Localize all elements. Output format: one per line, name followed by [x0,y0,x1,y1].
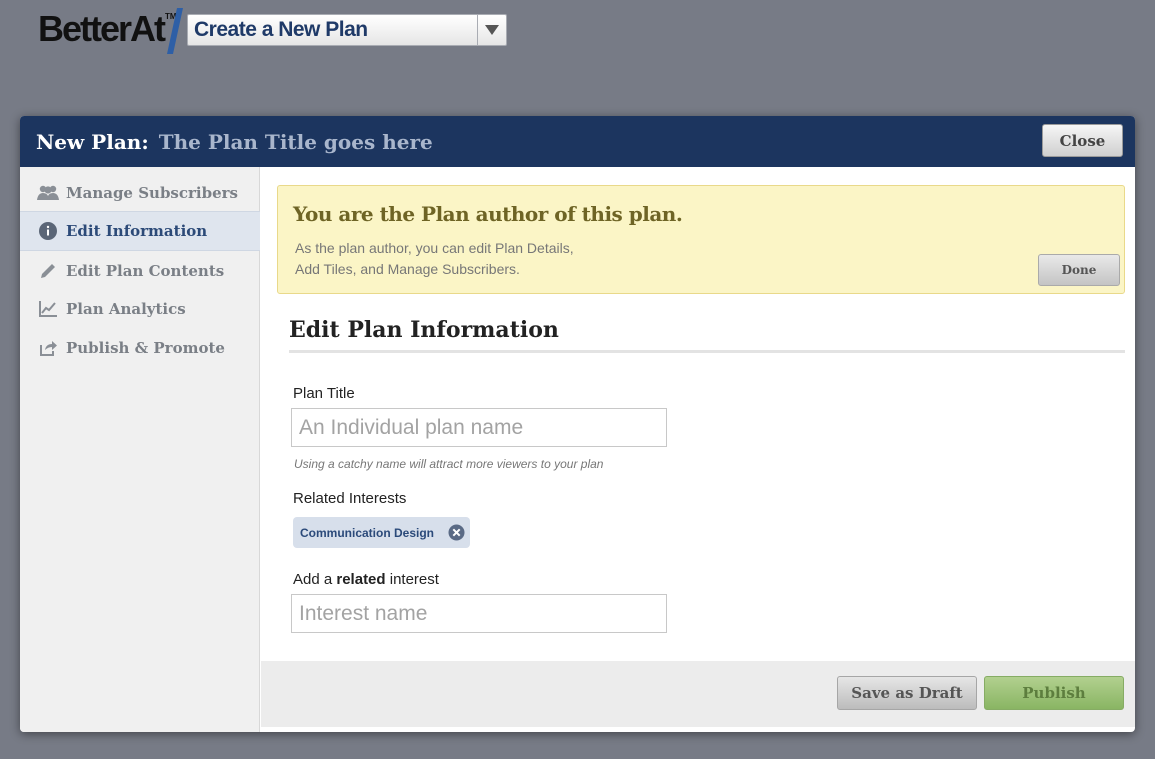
section-divider [289,350,1125,353]
sidebar: Manage Subscribers Edit Information Edit… [20,167,260,732]
done-button[interactable]: Done [1038,254,1120,286]
sidebar-item-label: Plan Analytics [66,300,186,318]
plan-select-value: Create a New Plan [194,18,368,41]
sidebar-item-label: Edit Information [66,222,208,240]
plan-select-dropdown[interactable]: Create a New Plan [187,14,507,46]
sidebar-item-label: Manage Subscribers [66,184,238,202]
interest-name-input[interactable] [291,594,667,633]
notice-title: You are the Plan author of this plan. [293,202,683,226]
save-draft-button[interactable]: Save as Draft [837,676,977,710]
modal-header: New Plan: The Plan Title goes here Close [20,116,1135,167]
related-interests-label: Related Interests [293,490,407,507]
add-related-prefix: Add a [293,571,337,588]
section-title: Edit Plan Information [289,317,559,343]
plan-title-label: Plan Title [293,385,355,402]
sidebar-item-publish-promote[interactable]: Publish & Promote [20,328,260,368]
sidebar-item-plan-analytics[interactable]: Plan Analytics [20,289,260,329]
close-button[interactable]: Close [1042,124,1123,157]
sidebar-item-edit-plan-contents[interactable]: Edit Plan Contents [20,251,260,291]
interest-tag: Communication Design [293,517,470,548]
add-related-interest-label: Add a related interest [293,571,439,588]
interest-tag-label: Communication Design [300,525,435,540]
share-icon [36,338,60,358]
sidebar-item-edit-information[interactable]: Edit Information [20,211,260,251]
author-notice: You are the Plan author of this plan. As… [277,185,1125,294]
pencil-icon [36,261,60,281]
notice-line-1: As the plan author, you can edit Plan De… [295,240,574,256]
notice-line-2: Add Tiles, and Manage Subscribers. [295,261,520,277]
sidebar-item-manage-subscribers[interactable]: Manage Subscribers [20,173,260,213]
publish-button[interactable]: Publish [984,676,1124,710]
users-icon [36,183,60,203]
chart-icon [36,299,60,319]
plan-title-hint: Using a catchy name will attract more vi… [294,457,604,471]
main-content: You are the Plan author of this plan. As… [261,167,1135,661]
new-plan-modal: New Plan: The Plan Title goes here Close… [20,116,1135,732]
sidebar-item-label: Edit Plan Contents [66,262,225,280]
sidebar-item-label: Publish & Promote [66,339,225,357]
modal-plan-title: The Plan Title goes here [158,129,433,154]
remove-tag-icon[interactable] [448,524,465,541]
notice-text: As the plan author, you can edit Plan De… [295,238,695,280]
plan-title-input[interactable] [291,408,667,447]
logo-slash-icon [167,8,183,54]
modal-footer: Save as Draft Publish [261,661,1135,727]
add-related-bold: related [336,571,386,588]
chevron-down-icon[interactable] [477,15,506,45]
betterat-logo[interactable]: BetterAt TM [38,8,177,50]
modal-label: New Plan: [36,129,149,154]
add-related-suffix: interest [385,571,439,588]
logo-text: BetterAt [38,8,166,49]
info-icon [36,221,60,241]
